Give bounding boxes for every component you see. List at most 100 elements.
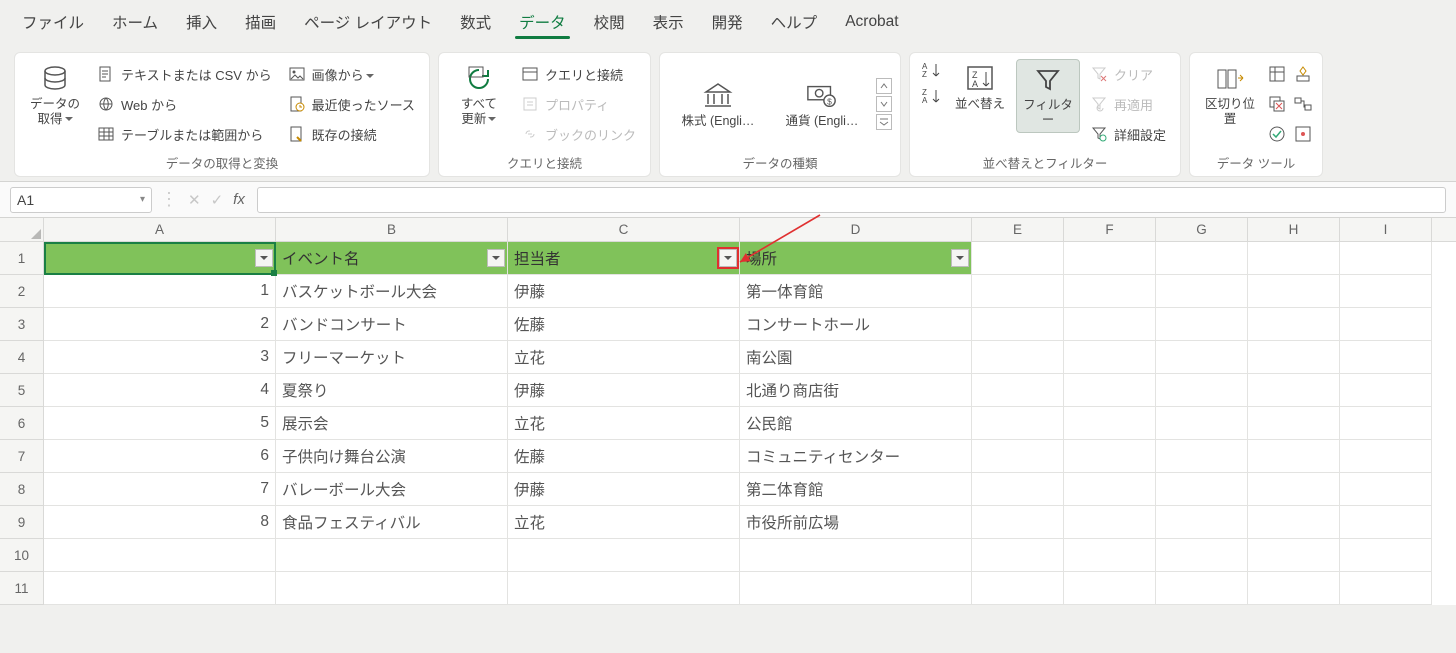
datatypes-scroll-down[interactable] (876, 96, 892, 112)
menu-home[interactable]: ホーム (98, 3, 172, 41)
filter-dropdown-D[interactable] (951, 249, 969, 267)
from-picture-button[interactable]: 画像から (282, 59, 421, 89)
cell-D2[interactable]: 第一体育館 (740, 275, 972, 308)
cell-C2[interactable]: 伊藤 (508, 275, 740, 308)
col-header-A[interactable]: A (44, 218, 276, 241)
cell-A1[interactable] (44, 242, 276, 275)
cell-A2[interactable]: 1 (44, 275, 276, 308)
menu-data[interactable]: データ (505, 3, 580, 41)
cell-C7[interactable]: 佐藤 (508, 440, 740, 473)
col-header-I[interactable]: I (1340, 218, 1432, 241)
cell-C1[interactable]: 担当者 (508, 242, 740, 275)
menu-acrobat[interactable]: Acrobat (831, 5, 912, 39)
cell-A8[interactable]: 7 (44, 473, 276, 506)
col-header-G[interactable]: G (1156, 218, 1248, 241)
cell-C9[interactable]: 立花 (508, 506, 740, 539)
select-all-triangle[interactable] (0, 218, 44, 241)
menu-review[interactable]: 校閲 (580, 3, 639, 41)
cell-B8[interactable]: バレーボール大会 (276, 473, 508, 506)
existing-connections-button[interactable]: 既存の接続 (282, 119, 421, 149)
row-header-2[interactable]: 2 (0, 275, 43, 308)
menu-insert[interactable]: 挿入 (172, 3, 231, 41)
from-web-button[interactable]: Web から (91, 89, 278, 119)
row-header-6[interactable]: 6 (0, 407, 43, 440)
filter-dropdown-B[interactable] (487, 249, 505, 267)
row-header-9[interactable]: 9 (0, 506, 43, 539)
cell-B2[interactable]: バスケットボール大会 (276, 275, 508, 308)
row-header-7[interactable]: 7 (0, 440, 43, 473)
cell-C6[interactable]: 立花 (508, 407, 740, 440)
get-data-button[interactable]: データの 取得 (23, 59, 87, 131)
cell-A9[interactable]: 8 (44, 506, 276, 539)
cell-A3[interactable]: 2 (44, 308, 276, 341)
cell-E1[interactable] (972, 242, 1064, 275)
fx-icon[interactable]: fx (233, 191, 245, 208)
cell-G1[interactable] (1156, 242, 1248, 275)
col-header-F[interactable]: F (1064, 218, 1156, 241)
col-header-H[interactable]: H (1248, 218, 1340, 241)
cell-A6[interactable]: 5 (44, 407, 276, 440)
cell-B3[interactable]: バンドコンサート (276, 308, 508, 341)
sort-button[interactable]: ZA 並べ替え (948, 59, 1012, 116)
cell-D4[interactable]: 南公園 (740, 341, 972, 374)
cell-C8[interactable]: 伊藤 (508, 473, 740, 506)
menu-view[interactable]: 表示 (639, 3, 698, 41)
cell-A5[interactable]: 4 (44, 374, 276, 407)
refresh-all-button[interactable]: すべて 更新 (447, 59, 511, 131)
sort-asc-button[interactable]: AZ (918, 59, 944, 81)
datatypes-expand[interactable] (876, 114, 892, 130)
col-header-C[interactable]: C (508, 218, 740, 241)
cell-I1[interactable] (1340, 242, 1432, 275)
consolidate-button[interactable] (1292, 59, 1314, 89)
cell-C5[interactable]: 伊藤 (508, 374, 740, 407)
cell-B6[interactable]: 展示会 (276, 407, 508, 440)
cell-D3[interactable]: コンサートホール (740, 308, 972, 341)
data-validation-button[interactable] (1266, 119, 1288, 149)
from-text-csv-button[interactable]: テキストまたは CSV から (91, 59, 278, 89)
menu-developer[interactable]: 開発 (698, 3, 757, 41)
datatypes-scroll-up[interactable] (876, 78, 892, 94)
cell-C4[interactable]: 立花 (508, 341, 740, 374)
cell-D1[interactable]: 場所 (740, 242, 972, 275)
currencies-datatype-button[interactable]: $ 通貨 (Engli… (772, 76, 872, 133)
cell-F1[interactable] (1064, 242, 1156, 275)
row-header-3[interactable]: 3 (0, 308, 43, 341)
manage-data-model-button[interactable] (1292, 119, 1314, 149)
cell-C3[interactable]: 佐藤 (508, 308, 740, 341)
menu-help[interactable]: ヘルプ (757, 3, 832, 41)
advanced-filter-button[interactable]: 詳細設定 (1084, 119, 1172, 149)
row-header-11[interactable]: 11 (0, 572, 43, 605)
row-header-10[interactable]: 10 (0, 539, 43, 572)
formula-input[interactable] (257, 187, 1446, 213)
menu-draw[interactable]: 描画 (231, 3, 290, 41)
cell-B1[interactable]: イベント名 (276, 242, 508, 275)
menu-pagelayout[interactable]: ページ レイアウト (290, 3, 446, 41)
filter-dropdown-C[interactable] (719, 249, 737, 267)
row-header-5[interactable]: 5 (0, 374, 43, 407)
col-header-E[interactable]: E (972, 218, 1064, 241)
relationships-button[interactable] (1292, 89, 1314, 119)
filter-dropdown-A[interactable] (255, 249, 273, 267)
cell-D6[interactable]: 公民館 (740, 407, 972, 440)
cell-D7[interactable]: コミュニティセンター (740, 440, 972, 473)
col-header-B[interactable]: B (276, 218, 508, 241)
row-header-1[interactable]: 1 (0, 242, 43, 275)
name-box[interactable]: A1 ▾ (10, 187, 152, 213)
cell-B5[interactable]: 夏祭り (276, 374, 508, 407)
cell-A7[interactable]: 6 (44, 440, 276, 473)
cell-H1[interactable] (1248, 242, 1340, 275)
cell-D9[interactable]: 市役所前広場 (740, 506, 972, 539)
menu-file[interactable]: ファイル (8, 3, 98, 41)
cell-D8[interactable]: 第二体育館 (740, 473, 972, 506)
recent-sources-button[interactable]: 最近使ったソース (282, 89, 421, 119)
cell-B4[interactable]: フリーマーケット (276, 341, 508, 374)
row-header-4[interactable]: 4 (0, 341, 43, 374)
remove-duplicates-button[interactable] (1266, 89, 1288, 119)
row-header-8[interactable]: 8 (0, 473, 43, 506)
cell-D5[interactable]: 北通り商店街 (740, 374, 972, 407)
from-table-range-button[interactable]: テーブルまたは範囲から (91, 119, 278, 149)
text-to-columns-button[interactable]: 区切り位置 (1198, 59, 1262, 131)
stocks-datatype-button[interactable]: 株式 (Engli… (668, 76, 768, 133)
cell-B7[interactable]: 子供向け舞台公演 (276, 440, 508, 473)
col-header-D[interactable]: D (740, 218, 972, 241)
